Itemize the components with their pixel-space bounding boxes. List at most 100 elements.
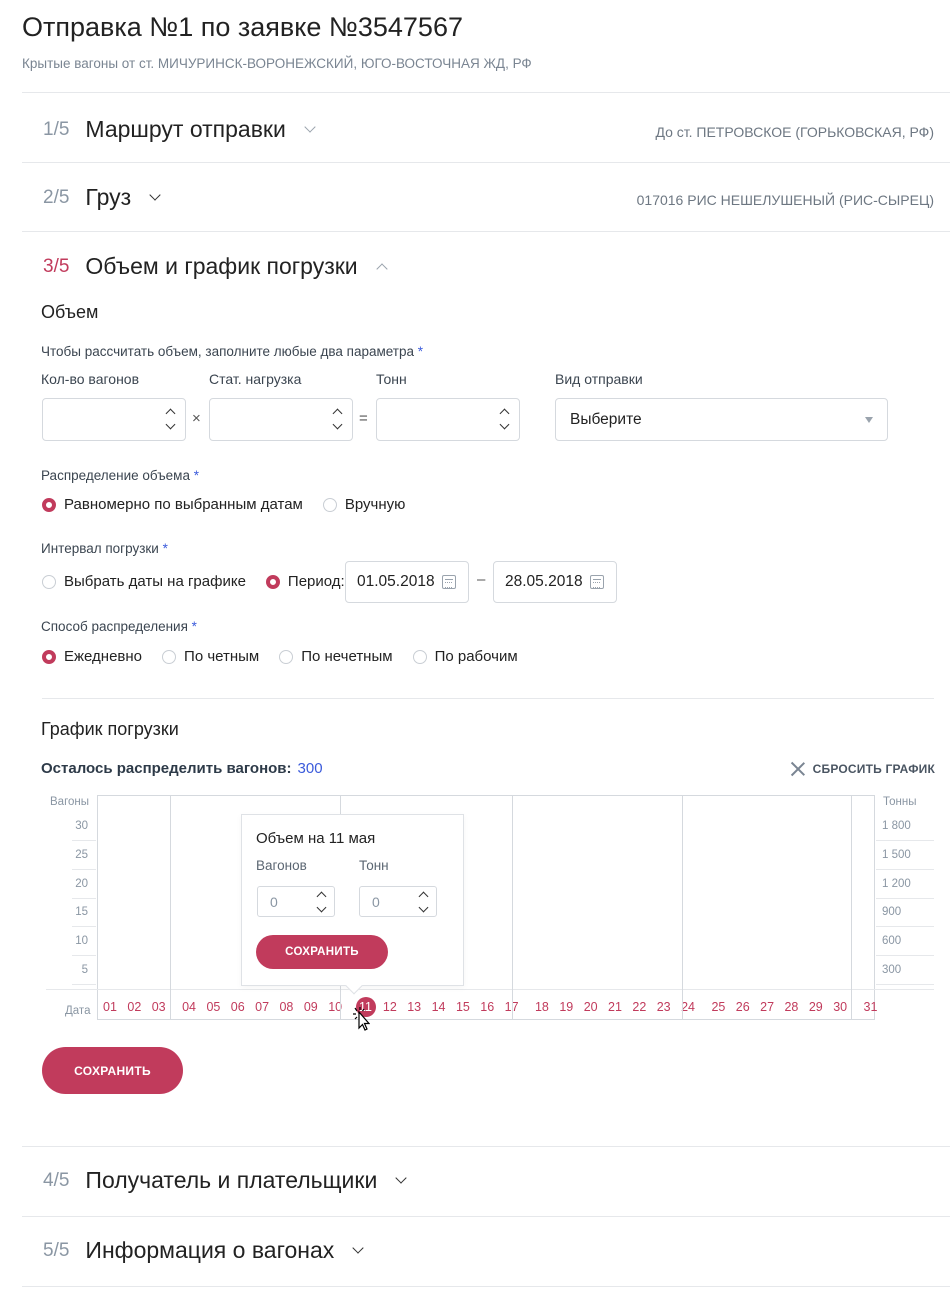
- tons-input[interactable]: [376, 398, 520, 441]
- step-title: Маршрут отправки: [85, 116, 286, 142]
- chevron-up-icon: [375, 262, 388, 275]
- x-tick-day[interactable]: 21: [605, 1000, 625, 1014]
- x-tick-day[interactable]: 22: [629, 1000, 649, 1014]
- radio-odd-days[interactable]: По нечетным: [279, 648, 393, 665]
- x-tick-day[interactable]: 15: [453, 1000, 473, 1014]
- y-grid-stub: [876, 868, 934, 870]
- step-number: 4/5: [43, 1169, 70, 1191]
- dropdown-arrow-icon: [865, 417, 873, 423]
- radio-unchecked-icon: [279, 649, 294, 664]
- radio-period[interactable]: Период:: [265, 573, 345, 590]
- volume-heading: Объем: [41, 302, 99, 322]
- step-5-header[interactable]: 5/5 Информация о вагонах: [43, 1237, 364, 1264]
- interval-radio-group: Выбрать даты на графике Период:: [42, 573, 365, 590]
- stepper-icon[interactable]: [165, 406, 176, 434]
- y-tick-right: 1 800: [882, 820, 911, 832]
- radio-even-days[interactable]: По четным: [162, 648, 259, 665]
- wagons-input[interactable]: [42, 398, 186, 441]
- x-tick-day[interactable]: 04: [179, 1000, 199, 1014]
- step-4-header[interactable]: 4/5 Получатель и плательщики: [43, 1167, 407, 1194]
- shipment-type-select[interactable]: Выберите: [555, 398, 888, 441]
- radio-daily[interactable]: Ежедневно: [42, 648, 142, 665]
- y-grid-stub: [876, 984, 934, 985]
- popover-save-button[interactable]: СОХРАНИТЬ: [256, 935, 388, 969]
- step-1-header[interactable]: 1/5 Маршрут отправки: [43, 116, 316, 143]
- step-number: 2/5: [43, 186, 70, 208]
- radio-unchecked-icon: [162, 649, 177, 664]
- radio-evenly[interactable]: Равномерно по выбранным датам: [42, 496, 303, 513]
- y-grid-stub: [876, 897, 934, 899]
- chart-plot-area[interactable]: [97, 795, 875, 1020]
- divider: [22, 231, 950, 232]
- x-tick-day[interactable]: 28: [781, 1000, 801, 1014]
- radio-checked-icon: [265, 574, 280, 589]
- method-radio-group: Ежедневно По четным По нечетным По рабоч…: [42, 648, 538, 665]
- divider: [42, 698, 934, 699]
- y-tick-right: 300: [882, 964, 902, 976]
- date-from-input[interactable]: 01.05.2018: [345, 561, 469, 603]
- schedule-heading: График погрузки: [41, 719, 179, 739]
- stepper-icon[interactable]: [418, 889, 429, 917]
- y-tick-left: 10: [75, 935, 88, 948]
- reset-chart-button[interactable]: СБРОСИТЬ ГРАФИК: [791, 762, 935, 776]
- x-tick-day[interactable]: 16: [477, 1000, 497, 1014]
- x-tick-day[interactable]: 19: [556, 1000, 576, 1014]
- step-3-header[interactable]: 3/5 Объем и график погрузки: [43, 253, 388, 280]
- x-tick-day[interactable]: 31: [861, 1000, 881, 1014]
- x-tick-day[interactable]: 23: [654, 1000, 674, 1014]
- radio-pick-on-chart[interactable]: Выбрать даты на графике: [42, 573, 246, 590]
- save-button[interactable]: СОХРАНИТЬ: [42, 1047, 183, 1094]
- wagons-label: Кол-во вагонов: [41, 371, 140, 387]
- x-tick-day[interactable]: 18: [532, 1000, 552, 1014]
- x-tick-day[interactable]: 02: [124, 1000, 144, 1014]
- divider: [22, 1146, 950, 1147]
- radio-working-days[interactable]: По рабочим: [412, 648, 518, 665]
- week-separator: [682, 795, 683, 1020]
- date-to-input[interactable]: 28.05.2018: [493, 561, 617, 603]
- x-tick-day[interactable]: 08: [276, 1000, 296, 1014]
- step-number: 3/5: [43, 255, 70, 277]
- volume-hint: Чтобы рассчитать объем, заполните любые …: [41, 344, 424, 359]
- x-tick-day[interactable]: 06: [228, 1000, 248, 1014]
- x-axis-label: Дата: [65, 1005, 91, 1017]
- step-title: Получатель и плательщики: [85, 1167, 378, 1193]
- stepper-icon[interactable]: [316, 889, 327, 917]
- stepper-icon[interactable]: [332, 406, 343, 434]
- radio-checked-icon: [42, 497, 56, 512]
- x-tick-day[interactable]: 27: [757, 1000, 777, 1014]
- y-tick-left: 15: [75, 906, 88, 919]
- interval-label: Интервал погрузки *: [41, 541, 168, 556]
- divider: [22, 1286, 950, 1287]
- x-tick-day[interactable]: 13: [404, 1000, 424, 1014]
- x-tick-day[interactable]: 03: [149, 1000, 169, 1014]
- x-tick-day[interactable]: 29: [806, 1000, 826, 1014]
- step-2-header[interactable]: 2/5 Груз: [43, 184, 161, 211]
- divider: [22, 1216, 950, 1217]
- x-tick-day[interactable]: 07: [252, 1000, 272, 1014]
- y-tick-right: 600: [882, 935, 902, 948]
- radio-unchecked-icon: [322, 497, 337, 512]
- tons-label: Тонн: [376, 371, 407, 387]
- x-tick-day[interactable]: 12: [380, 1000, 400, 1014]
- calendar-icon[interactable]: [590, 575, 604, 589]
- calendar-icon[interactable]: [442, 575, 456, 589]
- x-tick-day[interactable]: 20: [581, 1000, 601, 1014]
- x-tick-day[interactable]: 01: [100, 1000, 120, 1014]
- chevron-down-icon: [304, 121, 316, 133]
- x-tick-day[interactable]: 05: [203, 1000, 223, 1014]
- y-grid-stub: [876, 926, 934, 928]
- step-title: Информация о вагонах: [85, 1237, 335, 1263]
- x-tick-day[interactable]: 26: [733, 1000, 753, 1014]
- x-tick-day[interactable]: 14: [429, 1000, 449, 1014]
- x-tick-day[interactable]: 10: [325, 1000, 345, 1014]
- x-tick-day[interactable]: 25: [708, 1000, 728, 1014]
- popover-wagons-input[interactable]: 0: [257, 886, 335, 917]
- y-grid-stub: [72, 984, 96, 985]
- load-input[interactable]: [209, 398, 353, 441]
- radio-manual[interactable]: Вручную: [322, 496, 405, 513]
- remaining-wagons: Осталось распределить вагонов: 300: [41, 760, 323, 777]
- x-tick-day[interactable]: 30: [830, 1000, 850, 1014]
- popover-tons-input[interactable]: 0: [359, 886, 437, 917]
- stepper-icon[interactable]: [499, 406, 510, 434]
- x-tick-day[interactable]: 09: [301, 1000, 321, 1014]
